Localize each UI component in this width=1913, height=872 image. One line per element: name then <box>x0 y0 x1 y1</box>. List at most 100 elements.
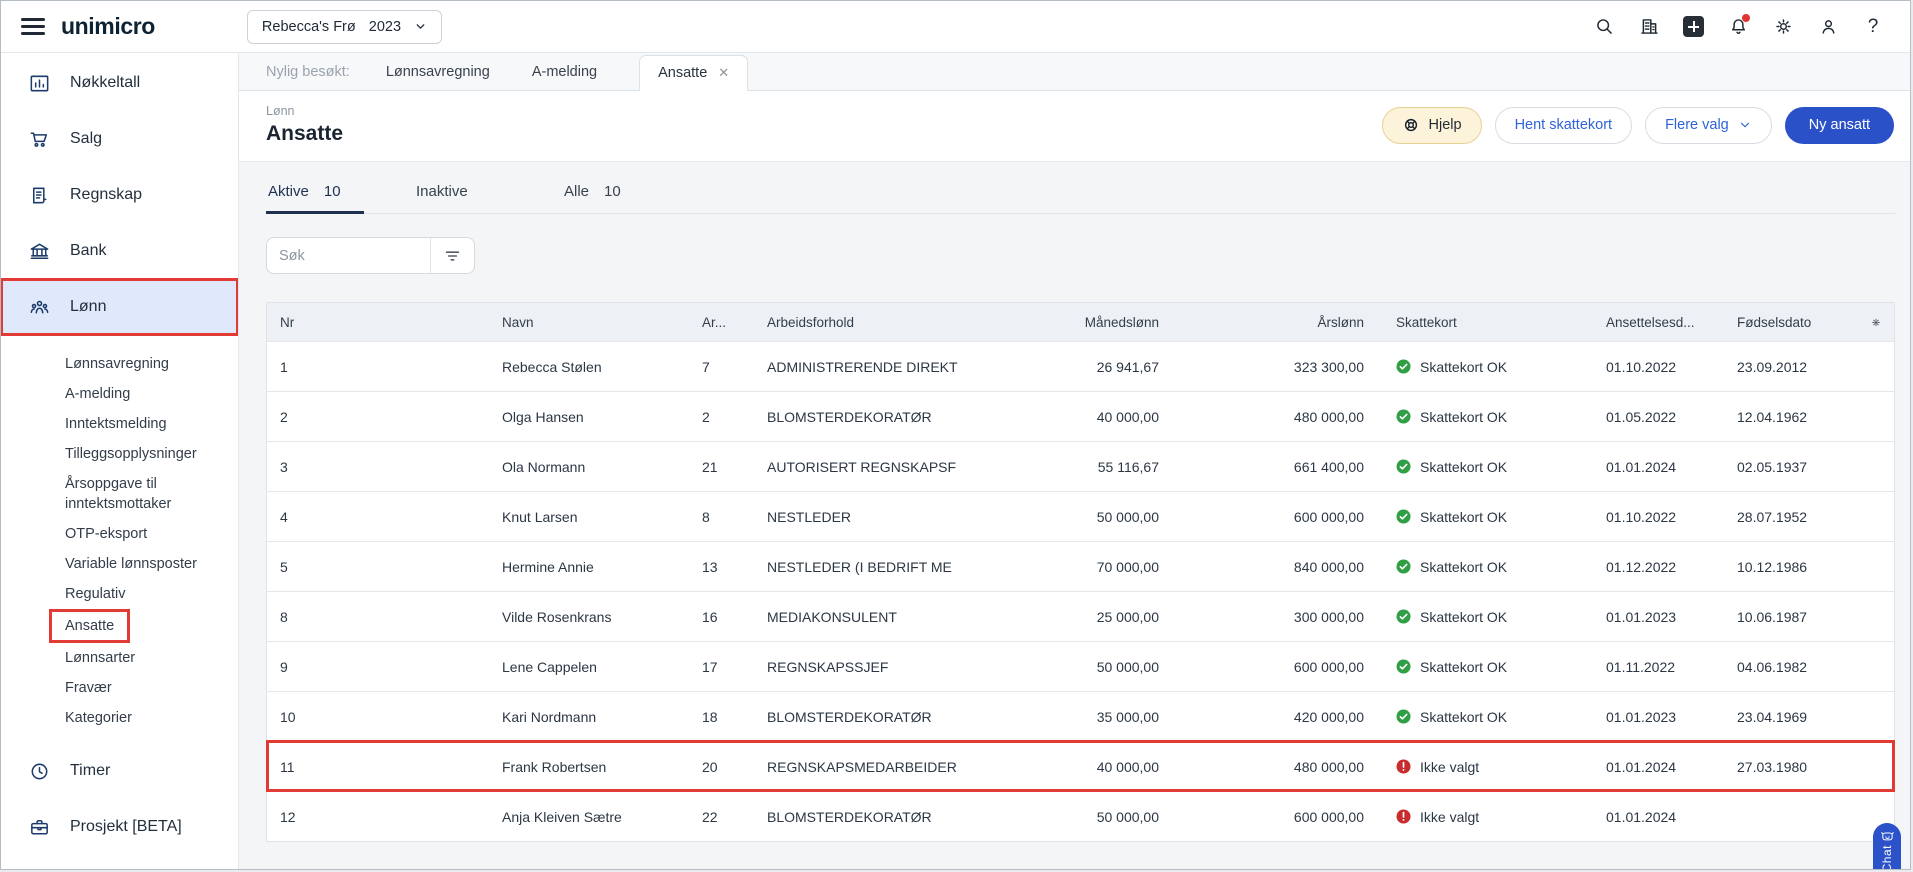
table-row[interactable]: 4 Knut Larsen 8 NESTLEDER 50 000,00 600 … <box>267 491 1894 541</box>
tab-aktive[interactable]: Aktive 10 <box>266 183 364 214</box>
cell-nr: 8 <box>280 608 288 625</box>
document-icon <box>32 187 47 203</box>
lonn-submenu: Lønnsavregning A-melding Inntektsmelding Ti… <box>1 335 238 743</box>
skattekort-status-label: Skattekort OK <box>1420 558 1508 575</box>
briefcase-icon <box>31 819 48 834</box>
notification-badge <box>1742 13 1750 22</box>
skattekort-status-label: Ikke valgt <box>1420 758 1480 775</box>
help-button[interactable]: Hjelp <box>1381 106 1482 144</box>
sidebar-item-nokkeltall[interactable]: Nøkkeltall <box>1 55 238 111</box>
cell-nr: 11 <box>280 758 295 775</box>
status-ok-check-icon <box>1396 509 1411 524</box>
cell-nr: 4 <box>280 508 288 525</box>
col-ar[interactable]: Ar... <box>702 315 767 330</box>
sidebar-item-prosjekt[interactable]: Prosjekt [BETA] <box>1 799 238 855</box>
notifications-bell-icon[interactable] <box>1727 13 1750 38</box>
company-selector[interactable]: Rebecca's Frø 2023 <box>246 9 443 44</box>
cell-manedslonn: 35 000,00 <box>1096 708 1159 725</box>
cell-arbeidsforhold: NESTLEDER <box>767 508 852 525</box>
col-arbeidsforhold[interactable]: Arbeidsforhold <box>767 315 1059 330</box>
cell-navn: Frank Robertsen <box>502 758 607 775</box>
settings-gear-icon[interactable] <box>1772 16 1794 38</box>
skattekort-status-label: Skattekort OK <box>1420 608 1508 625</box>
cell-ar: 16 <box>702 608 718 625</box>
sidebar-subitem[interactable]: Regulativ <box>65 579 217 609</box>
cell-arbeidsforhold: ADMINISTRERENDE DIREKT <box>767 358 958 375</box>
cell-arslonn: 600 000,00 <box>1293 808 1364 825</box>
col-arslonn[interactable]: Årslønn <box>1159 315 1364 330</box>
col-fodselsdato[interactable]: Fødselsdato <box>1737 315 1871 330</box>
sidebar-subitem[interactable]: Kategorier <box>65 703 217 733</box>
col-nr[interactable]: Nr <box>267 315 502 330</box>
status-ok-check-icon <box>1396 609 1411 624</box>
table-row[interactable]: 12 Anja Kleiven Sætre 22 BLOMSTERDEKORAT… <box>267 791 1894 841</box>
sidebar-subitem[interactable]: Inntektsmelding <box>65 409 217 439</box>
table-header-row: Nr Navn Ar... Arbeidsforhold Månedslønn … <box>267 303 1894 341</box>
cell-ansettelsesdato: 01.01.2024 <box>1606 458 1677 475</box>
status-missing-alert-icon <box>1396 759 1411 774</box>
cell-ar: 20 <box>702 758 718 775</box>
cell-ar: 17 <box>702 658 718 675</box>
cell-arbeidsforhold: MEDIAKONSULENT <box>767 608 897 625</box>
cell-fodselsdato: 10.06.1987 <box>1737 608 1808 625</box>
sidebar-subitem[interactable]: Årsoppgave til inntektsmottaker <box>65 469 217 519</box>
sidebar-subitem[interactable]: OTP-eksport <box>65 519 217 549</box>
table-row[interactable]: 9 Lene Cappelen 17 REGNSKAPSSJEF 50 000,… <box>267 641 1894 691</box>
table-row[interactable]: 11 Frank Robertsen 20 REGNSKAPSMEDARBEID… <box>266 740 1895 792</box>
cell-manedslonn: 70 000,00 <box>1096 558 1159 575</box>
company-building-icon[interactable] <box>1638 16 1660 38</box>
sidebar-subitem[interactable]: Variable lønnsposter <box>65 549 217 579</box>
sidebar-subitem[interactable]: Lønnsavregning <box>65 349 217 379</box>
sidebar-subitem[interactable]: Fravær <box>65 673 217 703</box>
tab-alle-count: 10 <box>604 183 621 200</box>
tab-aktive-count: 10 <box>323 183 341 200</box>
help-icon[interactable]: ? <box>1862 16 1884 38</box>
search-icon[interactable] <box>1593 16 1615 38</box>
sidebar-subitem[interactable]: Ansatte <box>48 609 131 643</box>
fetch-taxcards-button[interactable]: Hent skattekort <box>1494 106 1633 144</box>
col-manedslonn[interactable]: Månedslønn <box>1059 315 1159 330</box>
cell-ansettelsesdato: 01.10.2022 <box>1606 508 1677 525</box>
column-settings-gear-icon[interactable] <box>1871 314 1881 331</box>
content: Aktive 10 Inaktive Alle 10 Søk Nr Navn A… <box>239 162 1910 869</box>
cell-skattekort: Ikke valgt <box>1364 759 1606 775</box>
new-employee-button[interactable]: Ny ansatt <box>1784 106 1894 144</box>
tab-ansatte[interactable]: Ansatte ✕ <box>639 55 749 91</box>
tab-inaktive[interactable]: Inaktive <box>414 183 512 213</box>
chat-tab[interactable]: Chat <box>1873 823 1901 869</box>
sidebar-item-lonn[interactable]: Lønn <box>1 278 238 336</box>
sidebar-item-timer[interactable]: Timer <box>1 743 238 799</box>
table-row[interactable]: 3 Ola Normann 21 AUTORISERT REGNSKAPSF 5… <box>267 441 1894 491</box>
user-profile-icon[interactable] <box>1817 16 1839 38</box>
table-row[interactable]: 5 Hermine Annie 13 NESTLEDER (I BEDRIFT … <box>267 541 1894 591</box>
col-navn[interactable]: Navn <box>502 315 702 330</box>
sidebar-item-salg[interactable]: Salg <box>1 111 238 167</box>
recent-link-lonnsavregning[interactable]: Lønnsavregning <box>386 64 490 90</box>
more-options-button[interactable]: Flere valg <box>1645 106 1772 144</box>
sidebar-item-bank[interactable]: Bank <box>1 223 238 279</box>
table-row[interactable]: 2 Olga Hansen 2 BLOMSTERDEKORATØR 40 000… <box>267 391 1894 441</box>
sidebar-subitem[interactable]: Lønnsarter <box>65 643 217 673</box>
sidebar-subitem[interactable]: A-melding <box>65 379 217 409</box>
page-header: Lønn Ansatte Hjelp Hent skattekort Flere… <box>239 91 1910 162</box>
skattekort-status-label: Ikke valgt <box>1420 808 1480 825</box>
recent-link-amelding[interactable]: A-melding <box>532 64 597 90</box>
table-row[interactable]: 8 Vilde Rosenkrans 16 MEDIAKONSULENT 25 … <box>267 591 1894 641</box>
col-skattekort[interactable]: Skattekort <box>1364 315 1606 330</box>
bank-icon <box>30 243 49 259</box>
skattekort-status-label: Skattekort OK <box>1420 358 1508 375</box>
filter-icon[interactable] <box>430 238 474 273</box>
status-ok-check-icon <box>1396 459 1411 474</box>
close-icon[interactable]: ✕ <box>718 65 729 81</box>
hamburger-menu-icon[interactable] <box>21 18 45 35</box>
table-row[interactable]: 1 Rebecca Stølen 7 ADMINISTRERENDE DIREK… <box>267 341 1894 391</box>
col-ansettelsesdato[interactable]: Ansettelsesd... <box>1606 315 1737 330</box>
search-input[interactable] <box>267 247 430 264</box>
sidebar-item-regnskap[interactable]: Regnskap <box>1 167 238 223</box>
cell-ar: 22 <box>702 808 718 825</box>
tab-alle[interactable]: Alle 10 <box>562 183 660 213</box>
table-row[interactable]: 10 Kari Nordmann 18 BLOMSTERDEKORATØR 35… <box>267 691 1894 741</box>
sidebar-subitem[interactable]: Tilleggsopplysninger <box>65 439 217 469</box>
cell-navn: Vilde Rosenkrans <box>502 608 612 625</box>
add-icon[interactable] <box>1683 16 1704 37</box>
